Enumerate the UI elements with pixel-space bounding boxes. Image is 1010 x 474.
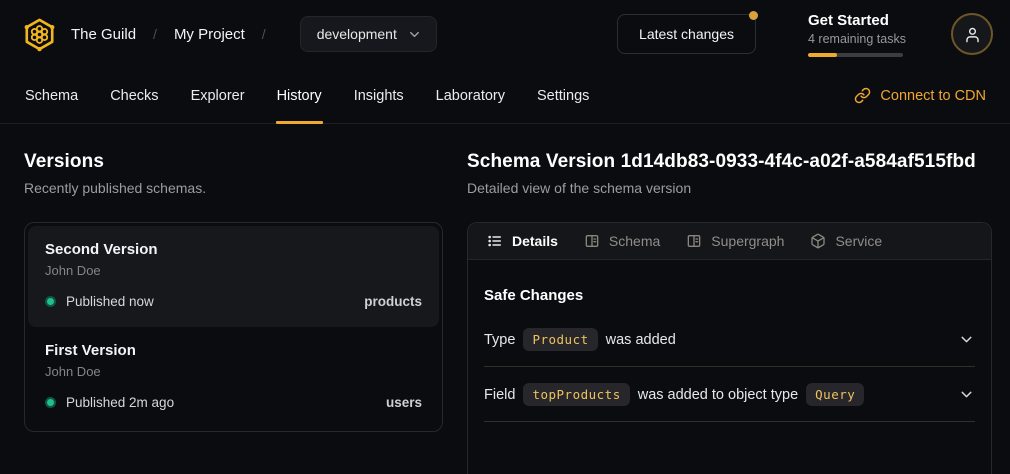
versions-column: Versions Recently published schemas. Sec… — [24, 144, 443, 474]
columns-icon — [686, 233, 702, 249]
get-started-title: Get Started — [808, 12, 903, 29]
detail-tab-service[interactable]: Service — [797, 223, 895, 259]
version-meta-row: Published 2m ago users — [45, 395, 422, 410]
get-started-subtitle: 4 remaining tasks — [808, 32, 903, 46]
change-text: Field — [484, 387, 515, 403]
schema-version-detail-panel: Details Schema — [467, 222, 992, 474]
tab-laboratory[interactable]: Laboratory — [435, 68, 506, 123]
list-icon — [487, 233, 503, 249]
tab-checks[interactable]: Checks — [109, 68, 159, 123]
get-started-widget[interactable]: Get Started 4 remaining tasks — [808, 12, 903, 57]
connect-to-cdn-link[interactable]: Connect to CDN — [854, 68, 986, 123]
detail-tab-label: Details — [512, 233, 558, 249]
versions-title: Versions — [24, 151, 443, 173]
breadcrumb-project[interactable]: My Project — [174, 26, 245, 43]
published-status-icon — [45, 397, 56, 408]
main-content: Versions Recently published schemas. Sec… — [0, 124, 1010, 474]
change-code-chip: Query — [806, 383, 864, 406]
chevron-down-icon[interactable] — [958, 386, 975, 403]
detail-content: Safe Changes Type Product was added Fiel… — [468, 260, 991, 422]
breadcrumb-org[interactable]: The Guild — [71, 26, 136, 43]
latest-changes-button[interactable]: Latest changes — [617, 14, 756, 54]
version-name: Second Version — [45, 241, 422, 258]
tab-explorer[interactable]: Explorer — [190, 68, 246, 123]
detail-tab-bar: Details Schema — [468, 223, 991, 260]
user-icon — [963, 25, 982, 44]
change-row[interactable]: Field topProducts was added to object ty… — [484, 367, 975, 422]
get-started-progress-track — [808, 53, 903, 57]
detail-tab-supergraph[interactable]: Supergraph — [673, 223, 797, 259]
project-nav-tabs: Schema Checks Explorer History Insights … — [0, 68, 1010, 124]
cube-icon — [810, 233, 826, 249]
columns-icon — [584, 233, 600, 249]
change-text: was added — [606, 332, 676, 348]
versions-subtitle: Recently published schemas. — [24, 180, 443, 196]
get-started-progress-fill — [808, 53, 837, 57]
target-selector-dropdown[interactable]: development — [300, 16, 437, 52]
published-label: Published now — [66, 294, 154, 309]
tab-history[interactable]: History — [276, 68, 323, 123]
detail-tab-label: Supergraph — [711, 233, 784, 249]
app-header: The Guild / My Project / development Lat… — [0, 0, 1010, 68]
user-avatar-button[interactable] — [951, 13, 993, 55]
service-name-badge: users — [386, 395, 422, 410]
service-name-badge: products — [364, 294, 422, 309]
breadcrumb-separator: / — [262, 26, 266, 42]
schema-version-detail-column: Schema Version 1d14db83-0933-4f4c-a02f-a… — [467, 144, 992, 474]
breadcrumb: The Guild / My Project / — [71, 26, 283, 43]
version-author: John Doe — [45, 364, 422, 379]
change-text: was added to object type — [638, 387, 798, 403]
version-meta-row: Published now products — [45, 294, 422, 309]
breadcrumb-separator: / — [153, 26, 157, 42]
change-text: Type — [484, 332, 515, 348]
detail-tab-details[interactable]: Details — [474, 223, 571, 259]
schema-version-title: Schema Version 1d14db83-0933-4f4c-a02f-a… — [467, 151, 992, 173]
chevron-down-icon[interactable] — [958, 331, 975, 348]
notification-dot — [749, 11, 758, 20]
change-code-chip: Product — [523, 328, 597, 351]
tab-schema[interactable]: Schema — [24, 68, 79, 123]
schema-version-subtitle: Detailed view of the schema version — [467, 180, 992, 196]
versions-list: Second Version John Doe Published now pr… — [24, 222, 443, 432]
connect-to-cdn-label: Connect to CDN — [880, 88, 986, 104]
version-list-item[interactable]: Second Version John Doe Published now pr… — [28, 226, 439, 327]
tab-settings[interactable]: Settings — [536, 68, 590, 123]
published-status-icon — [45, 296, 56, 307]
detail-tab-schema[interactable]: Schema — [571, 223, 673, 259]
tab-insights[interactable]: Insights — [353, 68, 405, 123]
target-selector-value: development — [317, 26, 397, 42]
safe-changes-heading: Safe Changes — [484, 287, 975, 304]
header-right-group: Latest changes Get Started 4 remaining t… — [617, 12, 993, 57]
detail-tab-label: Schema — [609, 233, 660, 249]
version-name: First Version — [45, 342, 422, 359]
link-icon — [854, 87, 871, 104]
version-author: John Doe — [45, 263, 422, 278]
detail-tab-label: Service — [835, 233, 882, 249]
chevron-down-icon — [407, 27, 422, 42]
guild-hive-logo-icon[interactable] — [21, 16, 58, 53]
change-code-chip: topProducts — [523, 383, 629, 406]
change-row[interactable]: Type Product was added — [484, 312, 975, 367]
published-label: Published 2m ago — [66, 395, 174, 410]
version-list-item[interactable]: First Version John Doe Published 2m ago … — [28, 327, 439, 428]
